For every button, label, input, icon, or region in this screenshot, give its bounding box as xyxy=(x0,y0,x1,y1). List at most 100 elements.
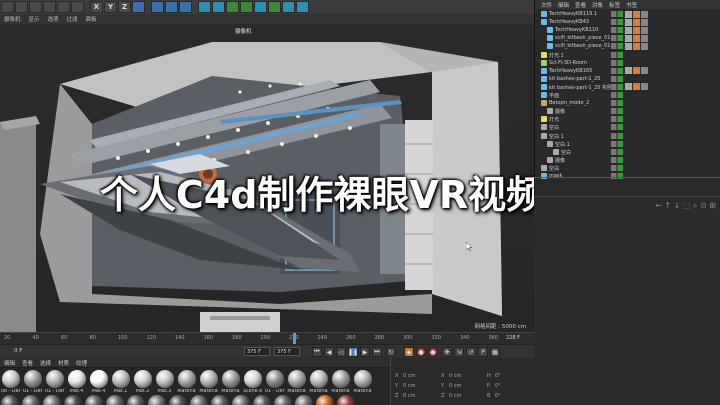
viewport-menu-item[interactable]: 面板 xyxy=(86,15,97,23)
material-tag-icon[interactable] xyxy=(625,67,632,75)
viewport-menu-item[interactable]: 显示 xyxy=(29,15,40,23)
material-tag-icon[interactable] xyxy=(641,10,648,18)
loop-button[interactable]: ↻ xyxy=(386,347,396,357)
subdivide-icon[interactable] xyxy=(226,1,239,13)
material-tag-icon[interactable] xyxy=(641,18,648,26)
object-menu-item[interactable]: 文件 xyxy=(541,1,552,9)
undo-icon[interactable] xyxy=(1,1,14,13)
rotate-icon[interactable] xyxy=(71,1,84,13)
object-menu-item[interactable]: 查看 xyxy=(575,1,586,9)
visibility-toggle[interactable] xyxy=(611,156,623,163)
render-settings-icon[interactable] xyxy=(179,1,192,13)
timeline-ruler[interactable]: 2040608010012014016018020022024026028030… xyxy=(0,332,534,345)
visibility-toggle[interactable] xyxy=(611,124,623,131)
redo-icon[interactable] xyxy=(15,1,28,13)
camera-icon[interactable] xyxy=(282,1,295,13)
material-tag-icon[interactable] xyxy=(633,18,640,26)
visibility-toggle[interactable] xyxy=(611,75,623,82)
material-tag-icon[interactable] xyxy=(641,67,648,75)
material-tag-icon[interactable] xyxy=(641,26,648,34)
visibility-toggle[interactable] xyxy=(611,59,623,66)
material-tag-icon[interactable] xyxy=(625,10,632,18)
visibility-toggle[interactable] xyxy=(611,67,623,74)
viewport[interactable]: 摄像机 网格间距 : 5000 cm xyxy=(0,24,534,332)
material-preview-sphere[interactable] xyxy=(169,395,187,405)
render-picture-icon[interactable] xyxy=(165,1,178,13)
visibility-toggle[interactable] xyxy=(611,148,623,155)
visibility-toggle[interactable] xyxy=(611,164,623,171)
material-tag-icon[interactable] xyxy=(625,26,632,34)
visibility-toggle[interactable] xyxy=(611,100,623,107)
material-preview-sphere[interactable] xyxy=(211,395,229,405)
prev-key-button[interactable]: ◀ xyxy=(324,347,334,357)
next-key-button[interactable]: ▶ xyxy=(360,347,370,357)
visibility-toggle[interactable] xyxy=(611,51,623,58)
select-live-icon[interactable] xyxy=(29,1,42,13)
material-preview-sphere[interactable] xyxy=(85,395,103,405)
visibility-toggle[interactable] xyxy=(611,173,623,179)
material-preview-sphere[interactable] xyxy=(337,395,355,405)
material-tag-icon[interactable] xyxy=(633,34,640,42)
coordinate-value-field[interactable]: 0 cm xyxy=(403,373,415,379)
key-param-button[interactable]: P xyxy=(478,347,488,357)
material-tag-icon[interactable] xyxy=(633,10,640,18)
preview-min-field[interactable]: 375 F xyxy=(244,347,270,356)
material-tag-icon[interactable] xyxy=(633,83,640,91)
coordinate-value-field[interactable]: 0 cm xyxy=(403,383,415,389)
material-tag-icon[interactable] xyxy=(625,83,632,91)
visibility-toggle[interactable] xyxy=(611,132,623,139)
material-preview-sphere[interactable] xyxy=(148,395,166,405)
visibility-toggle[interactable] xyxy=(611,43,623,50)
material-menu-item[interactable]: 材质 xyxy=(58,359,69,367)
play-backward-button[interactable]: ◁ xyxy=(336,347,346,357)
material-preview-sphere[interactable] xyxy=(190,395,208,405)
material-preview-sphere[interactable] xyxy=(253,395,271,405)
move-icon[interactable] xyxy=(43,1,56,13)
go-to-end-button[interactable]: ⏭ xyxy=(372,347,382,357)
scale-icon[interactable] xyxy=(57,1,70,13)
material-tag-icon[interactable] xyxy=(633,42,640,50)
axis-x-button[interactable]: X xyxy=(90,1,103,13)
material-preview-sphere[interactable] xyxy=(127,395,145,405)
object-menu-item[interactable]: 对象 xyxy=(592,1,603,9)
visibility-toggle[interactable] xyxy=(611,27,623,34)
material-menu-item[interactable]: 查看 xyxy=(22,359,33,367)
material-preview-sphere[interactable] xyxy=(22,395,40,405)
material-menu-item[interactable]: 选择 xyxy=(40,359,51,367)
visibility-toggle[interactable] xyxy=(611,108,623,115)
material-preview-sphere[interactable] xyxy=(43,395,61,405)
material-preview-sphere[interactable] xyxy=(1,395,19,405)
visibility-toggle[interactable] xyxy=(611,92,623,98)
material-preview-sphere[interactable] xyxy=(64,395,82,405)
material-tag-icon[interactable] xyxy=(641,83,648,91)
scene-icon[interactable] xyxy=(268,1,281,13)
light-icon[interactable] xyxy=(296,1,309,13)
pause-button[interactable]: ❚❚ xyxy=(348,347,358,357)
render-view-icon[interactable] xyxy=(151,1,164,13)
coordinate-value-field[interactable]: 0 cm xyxy=(449,373,461,379)
material-preview-sphere[interactable] xyxy=(295,395,313,405)
axis-z-button[interactable]: Z xyxy=(118,1,131,13)
object-menu-item[interactable]: 书签 xyxy=(626,1,637,9)
visibility-toggle[interactable] xyxy=(611,35,623,42)
material-tag-icon[interactable] xyxy=(625,42,632,50)
viewport-menu-item[interactable]: 选项 xyxy=(48,15,59,23)
record-button[interactable]: ● xyxy=(416,347,426,357)
visibility-toggle[interactable] xyxy=(611,140,623,147)
material-tag-icon[interactable] xyxy=(633,26,640,34)
visibility-toggle[interactable] xyxy=(611,11,623,17)
material-menu-item[interactable]: 编辑 xyxy=(4,359,15,367)
key-position-button[interactable]: ✥ xyxy=(442,347,452,357)
visibility-toggle[interactable] xyxy=(611,83,623,90)
material-tag-icon[interactable] xyxy=(641,42,648,50)
key-scale-button[interactable]: ⇲ xyxy=(454,347,464,357)
cube-icon[interactable] xyxy=(198,1,211,13)
visibility-toggle[interactable] xyxy=(611,19,623,26)
coordinate-value-field[interactable]: 0 cm xyxy=(449,393,461,399)
visibility-toggle[interactable] xyxy=(611,116,623,123)
material-preview-sphere[interactable] xyxy=(316,395,334,405)
coordinate-value-field[interactable]: 0 cm xyxy=(449,383,461,389)
material-tag-icon[interactable] xyxy=(625,18,632,26)
deformer-icon[interactable] xyxy=(254,1,267,13)
material-preview-sphere[interactable] xyxy=(232,395,250,405)
